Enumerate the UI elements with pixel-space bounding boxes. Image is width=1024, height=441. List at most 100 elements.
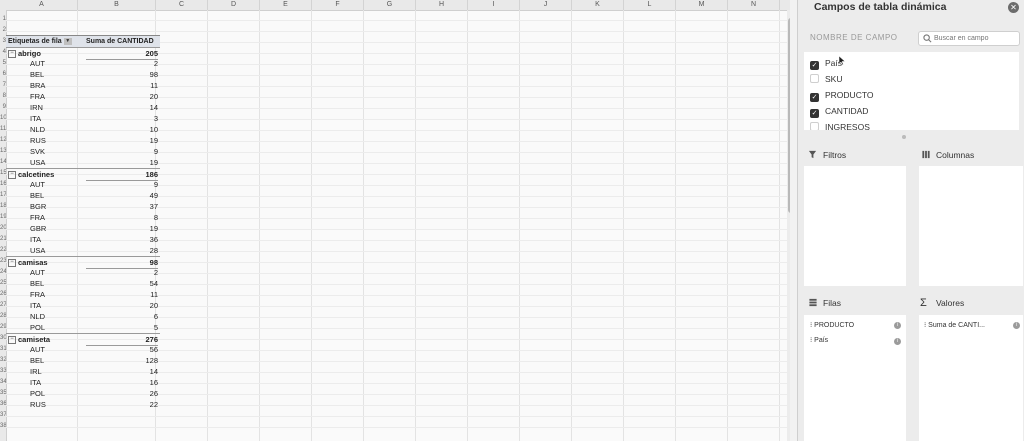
pivot-item-row[interactable]: FRA 20: [6, 91, 160, 102]
collapse-icon[interactable]: −: [8, 50, 16, 59]
sum-value-cell: 98: [149, 70, 158, 79]
column-header-j[interactable]: J: [520, 0, 572, 10]
pivot-item-row[interactable]: ITA 20: [6, 300, 160, 311]
row-label-text: RUS: [30, 400, 46, 409]
checkbox-unchecked-icon[interactable]: [810, 122, 819, 130]
search-input[interactable]: [934, 32, 1016, 45]
pivot-item-row[interactable]: RUS 22: [6, 399, 160, 410]
collapse-icon[interactable]: −: [8, 336, 16, 345]
column-header-h[interactable]: H: [416, 0, 468, 10]
field-item[interactable]: INGRESOS: [810, 120, 870, 130]
row-label-text: AUT: [30, 268, 45, 277]
row-label-text: NLD: [30, 125, 46, 134]
column-header-f[interactable]: F: [312, 0, 364, 10]
pivot-item-row[interactable]: USA 19: [6, 157, 160, 168]
sum-value-cell: 3: [153, 114, 158, 123]
search-field[interactable]: [918, 31, 1020, 46]
columns-drop-area[interactable]: [919, 166, 1023, 286]
checkbox-checked-icon[interactable]: ✓: [810, 109, 819, 118]
field-name: CANTIDAD: [825, 106, 869, 116]
row-label-text: ITA: [30, 378, 42, 387]
column-header-b[interactable]: B: [78, 0, 156, 10]
checkbox-unchecked-icon[interactable]: [810, 74, 819, 83]
row-field-country-label: País: [814, 337, 829, 344]
field-item[interactable]: SKU: [810, 72, 842, 86]
rows-icon: [809, 298, 817, 307]
panel-splitter[interactable]: [902, 135, 906, 139]
pivot-item-row[interactable]: SVK 9: [6, 146, 160, 157]
column-header-m[interactable]: M: [676, 0, 728, 10]
collapse-icon[interactable]: −: [8, 259, 16, 268]
pivot-item-row[interactable]: BEL 49: [6, 190, 160, 201]
pivot-item-row[interactable]: IRL 14: [6, 366, 160, 377]
pivot-item-row[interactable]: BEL 128: [6, 355, 160, 366]
pivot-item-row[interactable]: ITA 3: [6, 113, 160, 124]
pivot-item-row[interactable]: USA 28: [6, 245, 160, 256]
column-header-g[interactable]: G: [364, 0, 416, 10]
pivot-item-row[interactable]: POL 26: [6, 388, 160, 399]
row-label-text: BEL: [30, 356, 45, 365]
pivot-item-row[interactable]: BGR 37: [6, 201, 160, 212]
column-header-i[interactable]: I: [468, 0, 520, 10]
pivot-item-row[interactable]: AUT 56: [6, 344, 160, 355]
row-label-text: camiseta: [18, 335, 51, 344]
field-item[interactable]: ✓ PRODUCTO: [810, 88, 874, 102]
sum-quantity-header[interactable]: Suma de CANTIDAD: [86, 36, 162, 47]
pivot-item-row[interactable]: NLD 10: [6, 124, 160, 135]
checkbox-checked-icon[interactable]: ✓: [810, 61, 819, 70]
sum-value-cell: 8: [153, 213, 158, 222]
row-labels-text: Etiquetas de fila: [8, 38, 62, 45]
column-header-n[interactable]: N: [728, 0, 780, 10]
pivot-item-row[interactable]: FRA 11: [6, 289, 160, 300]
pivot-item-row[interactable]: AUT 2: [6, 58, 160, 69]
collapse-icon[interactable]: −: [8, 171, 16, 180]
field-item[interactable]: ✓ CANTIDAD: [810, 104, 868, 118]
pivot-item-row[interactable]: NLD 6: [6, 311, 160, 322]
filter-dropdown-icon[interactable]: ▼: [63, 37, 72, 45]
pivot-item-row[interactable]: BEL 98: [6, 69, 160, 80]
row-label-text: IRL: [30, 367, 42, 376]
pivot-item-row[interactable]: ITA 36: [6, 234, 160, 245]
pivot-item-row[interactable]: AUT 9: [6, 179, 160, 190]
sum-value-cell: 22: [149, 400, 158, 409]
row-label-text: BEL: [30, 70, 45, 79]
field-name: INGRESOS: [825, 122, 870, 130]
value-field-sum-quantity[interactable]: ⁝ Suma de CANTI...: [924, 320, 985, 332]
vertical-scrollbar[interactable]: [787, 10, 790, 441]
value-field-sum-label: Suma de CANTI...: [928, 322, 985, 329]
pivot-item-row[interactable]: GBR 19: [6, 223, 160, 234]
field-name-label: NOMBRE DE CAMPO: [810, 33, 898, 42]
scrollbar-thumb[interactable]: [788, 18, 790, 213]
column-header-k[interactable]: K: [572, 0, 624, 10]
column-header-c[interactable]: C: [156, 0, 208, 10]
rows-drop-area[interactable]: ⁝ PRODUCTO i ⁝ País i: [804, 315, 906, 441]
row-label-text: ITA: [30, 114, 42, 123]
row-labels-header[interactable]: Etiquetas de fila ▼: [8, 36, 82, 47]
row-label-text: BEL: [30, 191, 45, 200]
column-header-a[interactable]: A: [6, 0, 78, 10]
pivot-item-row[interactable]: BRA 11: [6, 80, 160, 91]
info-icon[interactable]: i: [1013, 322, 1020, 329]
column-header-d[interactable]: D: [208, 0, 260, 10]
row-label-text: NLD: [30, 312, 46, 321]
pivot-item-row[interactable]: FRA 8: [6, 212, 160, 223]
pivot-item-row[interactable]: IRN 14: [6, 102, 160, 113]
field-item[interactable]: ✓ País: [810, 56, 842, 70]
column-header-e[interactable]: E: [260, 0, 312, 10]
filters-drop-area[interactable]: [804, 166, 906, 286]
grid-line: [6, 20, 790, 21]
pivot-item-row[interactable]: AUT 2: [6, 267, 160, 278]
row-field-product[interactable]: ⁝ PRODUCTO: [810, 320, 854, 332]
row-field-country[interactable]: ⁝ País: [810, 335, 828, 347]
checkbox-checked-icon[interactable]: ✓: [810, 93, 819, 102]
values-drop-area[interactable]: ⁝ Suma de CANTI... i: [919, 315, 1023, 441]
column-header-o[interactable]: O: [780, 0, 790, 10]
info-icon[interactable]: i: [894, 338, 901, 345]
info-icon[interactable]: i: [894, 322, 901, 329]
pivot-item-row[interactable]: ITA 16: [6, 377, 160, 388]
pivot-item-row[interactable]: POL 5: [6, 322, 160, 333]
pivot-item-row[interactable]: BEL 54: [6, 278, 160, 289]
column-header-l[interactable]: L: [624, 0, 676, 10]
close-icon[interactable]: ✕: [1008, 2, 1019, 13]
pivot-item-row[interactable]: RUS 19: [6, 135, 160, 146]
